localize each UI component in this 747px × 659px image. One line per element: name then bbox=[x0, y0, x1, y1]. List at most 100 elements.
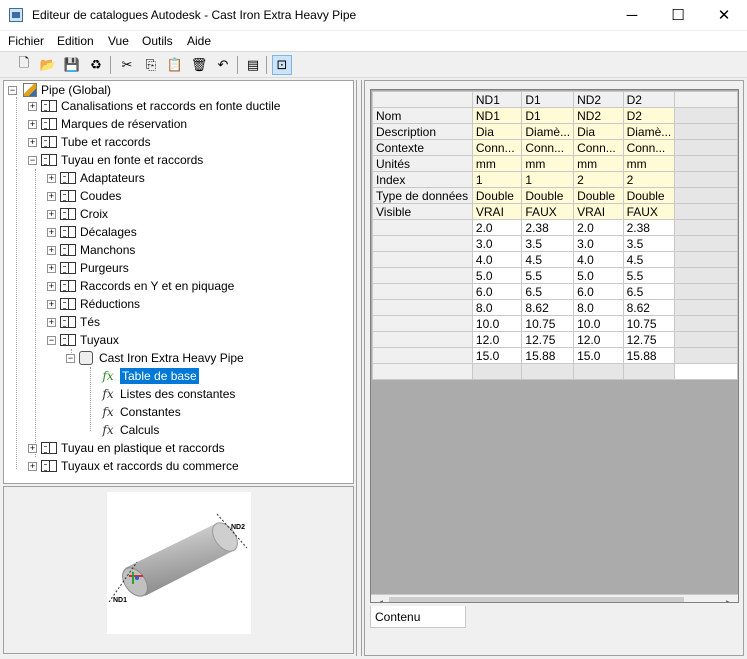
row-header[interactable]: Index bbox=[372, 171, 473, 188]
expand-icon[interactable]: + bbox=[28, 443, 37, 453]
tree-item-tes[interactable]: + Tés bbox=[47, 313, 100, 331]
meta-cell[interactable]: mm bbox=[471, 155, 523, 172]
value-cell[interactable]: 12.75 bbox=[622, 331, 676, 348]
expand-icon[interactable]: + bbox=[47, 317, 56, 327]
new-file-icon[interactable]: 🗋 bbox=[14, 55, 34, 75]
tree-item-table-de-base[interactable]: fx Table de base bbox=[100, 367, 199, 385]
value-cell[interactable]: 6.0 bbox=[471, 283, 523, 300]
row-header[interactable]: Description bbox=[372, 123, 473, 140]
recycle-icon[interactable]: ♻ bbox=[86, 55, 106, 75]
cut-icon[interactable]: ✂ bbox=[117, 55, 137, 75]
value-cell[interactable]: 2.38 bbox=[622, 219, 676, 236]
value-cell[interactable]: 15.0 bbox=[573, 347, 624, 364]
collapse-icon[interactable]: − bbox=[66, 353, 75, 363]
value-cell[interactable]: 15.88 bbox=[622, 347, 676, 364]
row-header[interactable] bbox=[372, 331, 473, 348]
horizontal-scrollbar[interactable]: ◀ ▶ bbox=[371, 594, 738, 602]
expand-icon[interactable]: + bbox=[28, 119, 37, 129]
collapse-icon[interactable]: − bbox=[28, 155, 37, 165]
collapse-icon[interactable]: − bbox=[8, 85, 17, 95]
value-cell[interactable]: 8.62 bbox=[521, 299, 575, 316]
column-header[interactable]: ND1 bbox=[471, 91, 523, 108]
expand-icon[interactable]: + bbox=[47, 245, 56, 255]
row-header[interactable]: Visible bbox=[372, 203, 473, 220]
value-cell[interactable]: 10.75 bbox=[622, 315, 676, 332]
tree-item-purgeurs[interactable]: + Purgeurs bbox=[47, 259, 129, 277]
meta-cell[interactable]: mm bbox=[573, 155, 624, 172]
tree-item-ductile[interactable]: + Canalisations et raccords en fonte duc… bbox=[28, 97, 280, 115]
minimize-button[interactable]: ─ bbox=[609, 0, 655, 30]
tree-item-cast-iron-pipe[interactable]: − Cast Iron Extra Heavy Pipe bbox=[66, 349, 244, 367]
expand-icon[interactable]: + bbox=[47, 299, 56, 309]
value-cell[interactable]: 2.38 bbox=[521, 219, 575, 236]
row-header[interactable] bbox=[372, 347, 473, 364]
tree-item-croix[interactable]: + Croix bbox=[47, 205, 108, 223]
scroll-left-icon[interactable]: ◀ bbox=[371, 595, 388, 602]
value-cell[interactable]: 2.0 bbox=[471, 219, 523, 236]
value-cell[interactable]: 6.5 bbox=[521, 283, 575, 300]
new-row-cell[interactable] bbox=[521, 363, 575, 380]
value-cell[interactable]: 3.5 bbox=[521, 235, 575, 252]
value-cell[interactable]: 5.0 bbox=[471, 267, 523, 284]
new-row-cell[interactable] bbox=[372, 363, 473, 380]
value-cell[interactable]: 12.0 bbox=[471, 331, 523, 348]
meta-cell[interactable]: FAUX bbox=[622, 203, 676, 220]
collapse-icon[interactable]: − bbox=[47, 335, 56, 345]
meta-cell[interactable]: Diamè... bbox=[521, 123, 575, 140]
menu-vue[interactable]: Vue bbox=[108, 34, 129, 48]
meta-cell[interactable]: D2 bbox=[622, 107, 676, 124]
meta-cell[interactable]: Conn... bbox=[521, 139, 575, 156]
meta-cell[interactable]: Dia bbox=[573, 123, 624, 140]
tree-item-listes-constantes[interactable]: fx Listes des constantes bbox=[100, 385, 235, 403]
copy-icon[interactable]: ⎘ bbox=[141, 55, 161, 75]
open-folder-icon[interactable]: 📂 bbox=[38, 55, 58, 75]
expand-icon[interactable]: + bbox=[28, 101, 37, 111]
meta-cell[interactable]: Double bbox=[573, 187, 624, 204]
column-header[interactable]: D1 bbox=[521, 91, 575, 108]
expand-icon[interactable]: + bbox=[47, 173, 56, 183]
expand-icon[interactable]: + bbox=[28, 461, 37, 471]
properties-icon[interactable]: ▤ bbox=[243, 55, 263, 75]
meta-cell[interactable]: ND1 bbox=[471, 107, 523, 124]
tree-item-constantes[interactable]: fx Constantes bbox=[100, 403, 180, 421]
value-cell[interactable]: 3.0 bbox=[471, 235, 523, 252]
meta-cell[interactable]: 1 bbox=[471, 171, 523, 188]
row-header[interactable] bbox=[372, 267, 473, 284]
tree-item-tube[interactable]: + Tube et raccords bbox=[28, 133, 151, 151]
tree-item-marques[interactable]: + Marques de réservation bbox=[28, 115, 187, 133]
paste-icon[interactable]: 📋 bbox=[165, 55, 185, 75]
tree-item-tuyaux[interactable]: − Tuyaux bbox=[47, 331, 119, 349]
meta-cell[interactable]: Double bbox=[521, 187, 575, 204]
expand-icon[interactable]: + bbox=[47, 191, 56, 201]
new-row-cell[interactable] bbox=[573, 363, 624, 380]
panel-splitter[interactable] bbox=[356, 80, 362, 656]
tree-item-manchons[interactable]: + Manchons bbox=[47, 241, 135, 259]
tree-item-raccords-y[interactable]: + Raccords en Y et en piquage bbox=[47, 277, 234, 295]
value-cell[interactable]: 5.5 bbox=[521, 267, 575, 284]
value-cell[interactable]: 12.0 bbox=[573, 331, 624, 348]
meta-cell[interactable]: Conn... bbox=[471, 139, 523, 156]
meta-cell[interactable]: Diamè... bbox=[622, 123, 676, 140]
value-cell[interactable]: 15.88 bbox=[521, 347, 575, 364]
scroll-thumb[interactable] bbox=[389, 597, 684, 602]
meta-cell[interactable]: Double bbox=[471, 187, 523, 204]
maximize-button[interactable]: ☐ bbox=[655, 0, 701, 30]
tree-item-adaptateurs[interactable]: + Adaptateurs bbox=[47, 169, 145, 187]
preview-icon[interactable]: ⊡ bbox=[272, 55, 292, 75]
menu-fichier[interactable]: Fichier bbox=[8, 34, 44, 48]
value-cell[interactable]: 4.0 bbox=[471, 251, 523, 268]
expand-icon[interactable]: + bbox=[47, 227, 56, 237]
meta-cell[interactable]: mm bbox=[521, 155, 575, 172]
new-row[interactable] bbox=[372, 363, 738, 380]
row-header[interactable] bbox=[372, 315, 473, 332]
tree-item-plastique[interactable]: + Tuyau en plastique et raccords bbox=[28, 439, 225, 457]
value-cell[interactable]: 4.5 bbox=[521, 251, 575, 268]
tab-contenu[interactable]: Contenu bbox=[370, 606, 466, 628]
value-cell[interactable]: 4.0 bbox=[573, 251, 624, 268]
meta-cell[interactable]: Double bbox=[622, 187, 676, 204]
expand-icon[interactable]: + bbox=[47, 281, 56, 291]
value-cell[interactable]: 5.5 bbox=[622, 267, 676, 284]
value-cell[interactable]: 2.0 bbox=[573, 219, 624, 236]
row-header[interactable] bbox=[372, 283, 473, 300]
new-row-cell[interactable] bbox=[622, 363, 676, 380]
